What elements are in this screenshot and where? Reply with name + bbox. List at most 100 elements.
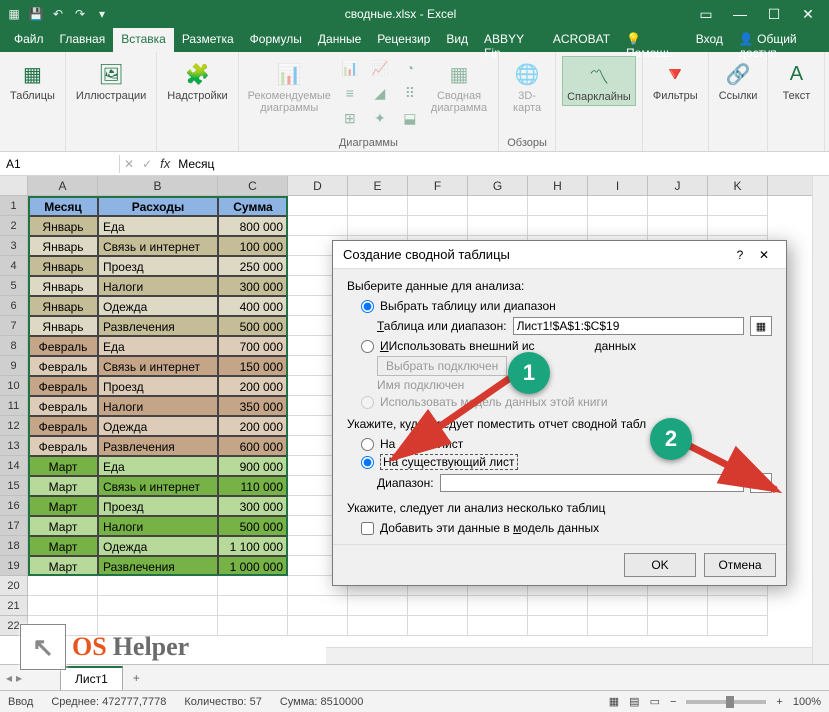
- cell[interactable]: Проезд: [98, 256, 218, 276]
- radio-existing-sheet[interactable]: [361, 456, 374, 469]
- cell[interactable]: [648, 596, 708, 616]
- cell[interactable]: [528, 216, 588, 236]
- cell[interactable]: 500 000: [218, 516, 288, 536]
- tab-home[interactable]: Главная: [52, 28, 114, 52]
- cell[interactable]: Январь: [28, 316, 98, 336]
- row-header[interactable]: 13: [0, 436, 28, 456]
- cell[interactable]: Еда: [98, 336, 218, 356]
- ribbon-opts-icon[interactable]: ▭: [691, 6, 721, 23]
- row-header[interactable]: 4: [0, 256, 28, 276]
- cell[interactable]: [408, 196, 468, 216]
- checkbox-add-to-model[interactable]: [361, 522, 374, 535]
- cell[interactable]: 600 000: [218, 436, 288, 456]
- cell[interactable]: Месяц: [28, 196, 98, 216]
- tab-acrobat[interactable]: ACROBAT: [545, 28, 618, 52]
- illustrations-button[interactable]: 🖼Иллюстрации: [72, 56, 150, 104]
- cell[interactable]: Март: [28, 476, 98, 496]
- view-normal-icon[interactable]: ▦: [609, 695, 619, 708]
- 3d-map-button[interactable]: 🌐3D-карта: [505, 56, 549, 116]
- cell[interactable]: [98, 576, 218, 596]
- cell[interactable]: [348, 596, 408, 616]
- cell[interactable]: [708, 216, 768, 236]
- name-box[interactable]: A1: [0, 155, 120, 173]
- signin[interactable]: Вход: [688, 28, 731, 52]
- chart-area-icon[interactable]: ◢: [366, 81, 394, 105]
- cell[interactable]: Январь: [28, 216, 98, 236]
- select-all-triangle[interactable]: [0, 176, 28, 195]
- cell[interactable]: 350 000: [218, 396, 288, 416]
- cell[interactable]: Расходы: [98, 196, 218, 216]
- col-header[interactable]: E: [348, 176, 408, 195]
- col-header[interactable]: K: [708, 176, 768, 195]
- cell[interactable]: Налоги: [98, 276, 218, 296]
- cell[interactable]: Проезд: [98, 496, 218, 516]
- cell[interactable]: 400 000: [218, 296, 288, 316]
- cell[interactable]: 250 000: [218, 256, 288, 276]
- filters-button[interactable]: 🔻Фильтры: [649, 56, 702, 104]
- cell[interactable]: [528, 196, 588, 216]
- radio-new-sheet[interactable]: [361, 438, 374, 451]
- cell[interactable]: Февраль: [28, 376, 98, 396]
- radio-select-range[interactable]: [361, 300, 374, 313]
- tab-view[interactable]: Вид: [438, 28, 476, 52]
- cell[interactable]: [528, 616, 588, 636]
- view-break-icon[interactable]: ▭: [650, 695, 660, 708]
- pivot-chart-button[interactable]: ▦Сводная диаграмма: [426, 56, 492, 116]
- cell[interactable]: Январь: [28, 236, 98, 256]
- cell[interactable]: Связь и интернет: [98, 356, 218, 376]
- col-header[interactable]: J: [648, 176, 708, 195]
- cell[interactable]: [408, 596, 468, 616]
- cell[interactable]: Еда: [98, 216, 218, 236]
- cell[interactable]: [28, 576, 98, 596]
- row-header[interactable]: 6: [0, 296, 28, 316]
- chart-line-icon[interactable]: 📈: [366, 56, 394, 80]
- radio-external[interactable]: [361, 340, 374, 353]
- fx-icon[interactable]: fx: [160, 156, 170, 171]
- cell[interactable]: [648, 196, 708, 216]
- redo-icon[interactable]: ↷: [72, 7, 88, 21]
- cell[interactable]: Связь и интернет: [98, 236, 218, 256]
- cell[interactable]: Февраль: [28, 356, 98, 376]
- minimize-icon[interactable]: —: [725, 6, 755, 23]
- cell[interactable]: [408, 616, 468, 636]
- row-header[interactable]: 16: [0, 496, 28, 516]
- tab-data[interactable]: Данные: [310, 28, 369, 52]
- cell[interactable]: [648, 616, 708, 636]
- cell[interactable]: 200 000: [218, 376, 288, 396]
- chart-combo-icon[interactable]: ⬓: [396, 106, 424, 130]
- cell[interactable]: 150 000: [218, 356, 288, 376]
- cell[interactable]: Март: [28, 496, 98, 516]
- cell[interactable]: [218, 576, 288, 596]
- formula-bar[interactable]: Месяц: [178, 157, 214, 171]
- row-header[interactable]: 8: [0, 336, 28, 356]
- col-header[interactable]: A: [28, 176, 98, 195]
- accept-entry-icon[interactable]: ✓: [142, 157, 152, 171]
- tab-review[interactable]: Рецензир: [369, 28, 438, 52]
- chart-bar-icon[interactable]: ≡: [336, 81, 364, 105]
- cell[interactable]: Развлечения: [98, 556, 218, 576]
- cell[interactable]: Связь и интернет: [98, 476, 218, 496]
- cell[interactable]: [528, 596, 588, 616]
- dialog-help-icon[interactable]: ?: [728, 248, 752, 262]
- cell[interactable]: [28, 596, 98, 616]
- row-header[interactable]: 9: [0, 356, 28, 376]
- cell[interactable]: Февраль: [28, 436, 98, 456]
- cell[interactable]: 110 000: [218, 476, 288, 496]
- cell[interactable]: [588, 596, 648, 616]
- row-header[interactable]: 7: [0, 316, 28, 336]
- cancel-button[interactable]: Отмена: [704, 553, 776, 577]
- cell[interactable]: [468, 596, 528, 616]
- row-header[interactable]: 2: [0, 216, 28, 236]
- zoom-level[interactable]: 100%: [793, 696, 821, 708]
- cell[interactable]: Март: [28, 556, 98, 576]
- cell[interactable]: [468, 196, 528, 216]
- cell[interactable]: [218, 596, 288, 616]
- cell[interactable]: Налоги: [98, 396, 218, 416]
- sparklines-button[interactable]: 〽Спарклайны: [562, 56, 636, 106]
- cell[interactable]: [708, 196, 768, 216]
- row-header[interactable]: 20: [0, 576, 28, 596]
- cell[interactable]: Февраль: [28, 396, 98, 416]
- col-header[interactable]: C: [218, 176, 288, 195]
- save-icon[interactable]: 💾: [28, 7, 44, 21]
- cell[interactable]: [348, 216, 408, 236]
